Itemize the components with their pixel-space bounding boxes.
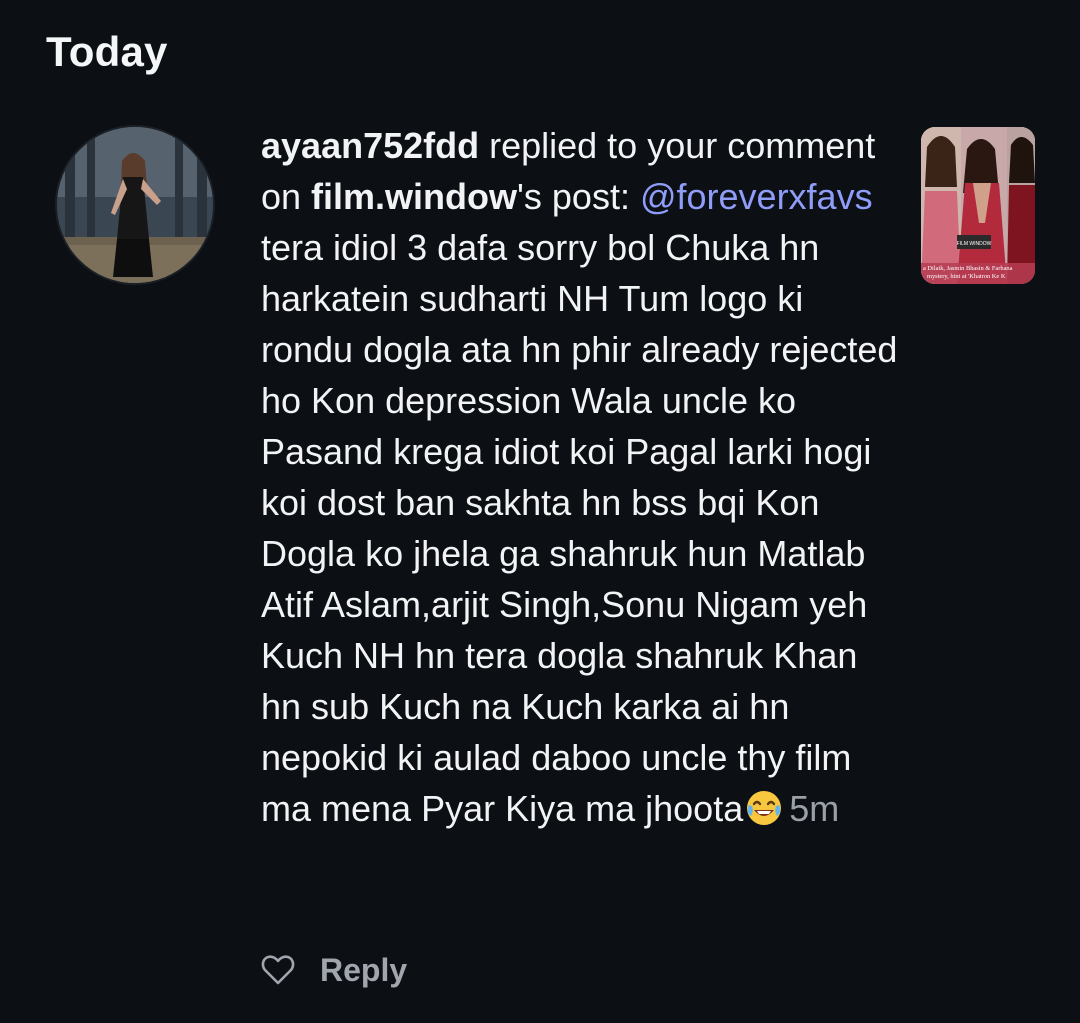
- post-owner[interactable]: film.window: [311, 176, 517, 217]
- mention-link[interactable]: @foreverxfavs: [640, 176, 873, 217]
- heart-outline-icon[interactable]: [261, 954, 295, 986]
- thumbnail-caption-line1: a Dilaik, Jasmin Bhasin & Farhana: [923, 265, 1013, 272]
- notification-text[interactable]: ayaan752fdd replied to your comment on f…: [261, 120, 901, 834]
- avatar[interactable]: [57, 127, 213, 283]
- thumbnail-image: FILM WINDOW a Dilaik, Jasmin Bhasin & Fa…: [921, 127, 1035, 284]
- post-thumbnail[interactable]: FILM WINDOW a Dilaik, Jasmin Bhasin & Fa…: [921, 127, 1035, 284]
- username[interactable]: ayaan752fdd: [261, 125, 479, 166]
- laughing-emoji-icon: [747, 791, 782, 825]
- notification-actions: Reply: [261, 948, 407, 992]
- thumbnail-caption-line2: mystery, hint at 'Khatron Ke K: [927, 273, 1006, 280]
- timestamp: 5m: [789, 788, 840, 829]
- thumbnail-logo: FILM WINDOW: [957, 241, 992, 247]
- post-suffix: 's post:: [517, 176, 640, 217]
- reply-button[interactable]: Reply: [320, 952, 407, 989]
- comment-text: tera idiol 3 dafa sorry bol Chuka hn har…: [261, 227, 898, 829]
- avatar-image: [57, 127, 213, 283]
- section-title: Today: [46, 28, 168, 75]
